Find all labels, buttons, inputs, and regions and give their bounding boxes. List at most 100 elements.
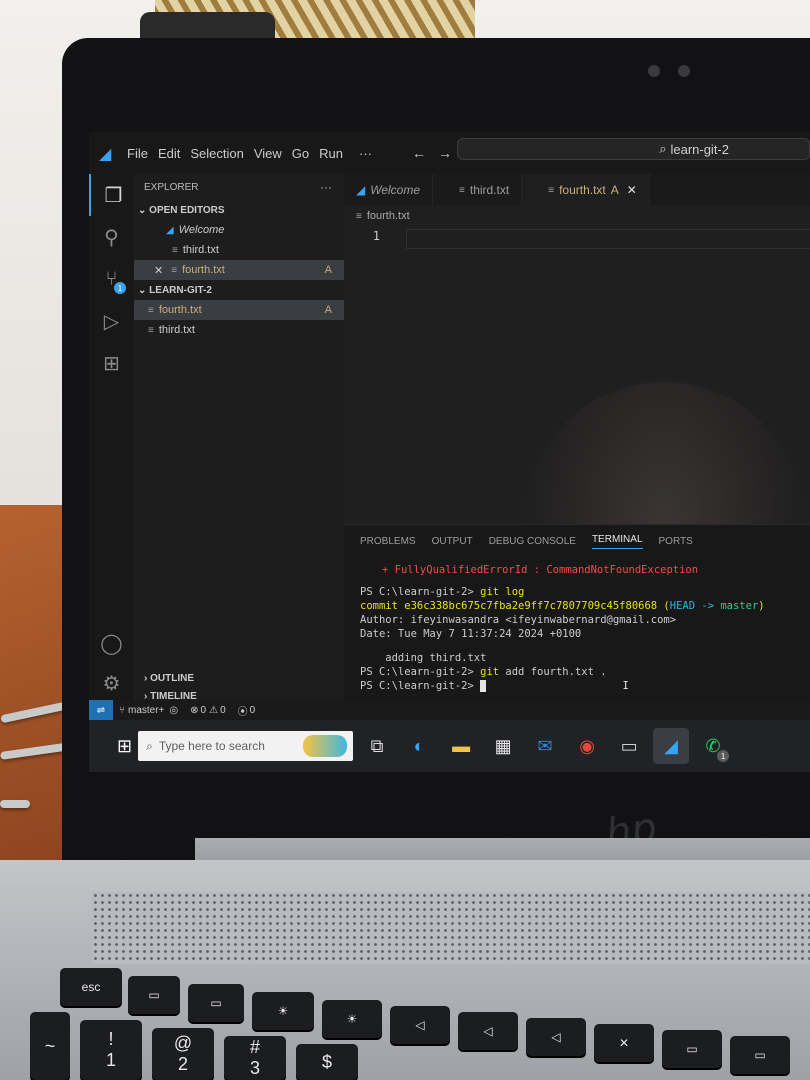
open-editors-section[interactable]: ⌄ OPEN EDITORS <box>134 200 344 220</box>
ports-count[interactable]: 0 <box>250 705 256 716</box>
key-3[interactable]: # 3 <box>224 1036 286 1080</box>
text-file-icon: ≡ <box>548 184 555 196</box>
commit-hash: commit e36c338bc675c7fba2e9ff7c7807709c4… <box>360 600 670 612</box>
panel-tabs: PROBLEMS OUTPUT DEBUG CONSOLE TERMINAL P… <box>344 525 810 557</box>
key-f4-icon[interactable]: ☀ <box>322 1000 382 1038</box>
git-added-badge: A <box>610 183 619 197</box>
file-fourth[interactable]: ≡ fourth.txt A <box>134 300 344 320</box>
key-f5-icon[interactable]: ◁ <box>390 1006 450 1044</box>
search-view-icon[interactable]: ⚲ <box>89 216 134 258</box>
outline-section[interactable]: › OUTLINE <box>140 668 194 688</box>
edge-icon[interactable]: ◐ <box>401 728 437 764</box>
terminal-prompt: PS C:\learn-git-2> <box>360 666 474 678</box>
menu-view[interactable]: View <box>254 146 282 161</box>
vscode-file-icon: ◢ <box>356 183 366 197</box>
menu-file[interactable]: File <box>127 146 148 161</box>
webcam-sensor-icon <box>678 65 690 77</box>
extensions-icon[interactable]: ⊞ <box>89 342 134 384</box>
key-f9-icon[interactable]: ▭ <box>662 1030 722 1068</box>
key-4[interactable]: $ <box>296 1044 358 1080</box>
key-shift-label: @ <box>173 1033 193 1053</box>
open-editor-fourth[interactable]: ✕ ≡ fourth.txt A <box>134 260 344 280</box>
commit-head: HEAD -> <box>669 600 721 612</box>
vscode-taskbar-icon[interactable]: ◢ <box>653 728 690 764</box>
settings-gear-icon[interactable]: ⚙ <box>89 662 134 704</box>
file-third[interactable]: ≡ third.txt <box>134 320 344 340</box>
tab-welcome[interactable]: ◢ Welcome <box>344 174 434 206</box>
tab-problems[interactable]: PROBLEMS <box>360 536 416 547</box>
task-view-icon[interactable]: ⧉ <box>359 728 395 764</box>
line-number: 1 <box>372 229 380 243</box>
terminal-command-args: add fourth.txt . <box>499 666 607 678</box>
close-icon[interactable]: ✕ <box>154 264 163 277</box>
source-control-icon[interactable]: ⑂ 1 <box>89 258 134 300</box>
terminal-app-icon[interactable]: ▭ <box>611 728 647 764</box>
open-editor-welcome[interactable]: ◢ Welcome <box>134 220 344 240</box>
key-f2-icon[interactable]: ▭ <box>188 984 244 1022</box>
mail-icon[interactable]: ✉ <box>527 728 563 764</box>
tab-ports[interactable]: PORTS <box>659 536 693 547</box>
explorer-more-icon[interactable]: ··· <box>320 180 332 194</box>
tab-fourth[interactable]: ≡ fourth.txt A ✕ <box>522 174 650 206</box>
warning-count[interactable]: 0 <box>220 705 226 716</box>
key-f10-icon[interactable]: ▭ <box>730 1036 790 1074</box>
file-explorer-icon[interactable]: ▬ <box>443 728 479 764</box>
account-icon[interactable]: ◯ <box>89 622 134 664</box>
activity-bar: ❐ ⚲ ⑂ 1 ▷ ⊞ ◯ ⚙ <box>89 174 134 702</box>
key-esc[interactable]: esc <box>60 968 122 1006</box>
key-tilde-icon[interactable]: ~ <box>30 1012 70 1080</box>
windows-start-icon[interactable]: ⊞ <box>117 736 132 757</box>
open-editor-label: third.txt <box>182 244 219 256</box>
key-f3-icon[interactable]: ☀ <box>252 992 314 1030</box>
open-editor-third[interactable]: ≡ third.txt <box>134 240 344 260</box>
key-shift-label: # <box>249 1037 260 1057</box>
close-icon[interactable]: ✕ <box>627 183 637 197</box>
key-f6-icon[interactable]: ◁ <box>458 1012 518 1050</box>
menu-edit[interactable]: Edit <box>158 146 180 161</box>
breadcrumb[interactable]: ≡ fourth.txt <box>344 206 810 226</box>
title-bar: ◢ File Edit Selection View Go Run ··· ← … <box>89 132 810 174</box>
outline-label: OUTLINE <box>150 672 194 684</box>
terminal-message-line: adding third.txt <box>360 652 487 664</box>
search-label: learn-git-2 <box>670 141 729 157</box>
terminal-date-line: Date: Tue May 7 11:37:24 2024 +0100 <box>360 628 582 640</box>
key-1[interactable]: ! 1 <box>80 1020 142 1080</box>
menu-run[interactable]: Run <box>319 146 343 161</box>
command-center-search[interactable]: ⌕ learn-git-2 <box>457 138 810 160</box>
text-cursor-icon: I <box>622 680 629 692</box>
forward-arrow-icon[interactable]: → <box>438 145 452 161</box>
store-icon[interactable]: ▦ <box>485 728 521 764</box>
remote-indicator-icon[interactable]: ⇌ <box>89 700 113 720</box>
run-debug-icon[interactable]: ▷ <box>89 300 134 342</box>
back-arrow-icon[interactable]: ← <box>412 145 426 161</box>
scm-count-badge: 1 <box>114 282 126 294</box>
tab-label: fourth.txt <box>559 183 606 197</box>
tab-output[interactable]: OUTPUT <box>432 536 473 547</box>
key-shift-label: $ <box>321 1051 332 1072</box>
explorer-icon[interactable]: ❐ <box>89 174 136 216</box>
tab-debug-console[interactable]: DEBUG CONSOLE <box>489 536 576 547</box>
status-bar: ⇌ ⑂ master+ ◎ ⊗ 0 ⚠ 0 ⦿ 0 <box>89 700 810 720</box>
menu-selection[interactable]: Selection <box>190 146 243 161</box>
tab-third[interactable]: ≡ third.txt <box>433 174 523 206</box>
folder-section[interactable]: ⌄ LEARN-GIT-2 <box>134 280 344 300</box>
text-file-icon: ≡ <box>172 244 178 256</box>
sync-icon[interactable]: ◎ <box>169 705 178 716</box>
error-count[interactable]: 0 <box>201 705 207 716</box>
git-added-badge: A <box>324 304 332 316</box>
key-f1-icon[interactable]: ▭ <box>128 976 180 1014</box>
key-2[interactable]: @ 2 <box>152 1028 214 1080</box>
whatsapp-icon[interactable]: ✆ 1 <box>695 728 731 764</box>
menu-more-icon[interactable]: ··· <box>359 146 372 161</box>
whatsapp-badge: 1 <box>717 750 730 762</box>
branch-name[interactable]: master+ <box>128 705 164 716</box>
tab-terminal[interactable]: TERMINAL <box>591 534 643 549</box>
text-file-icon: ≡ <box>148 304 154 316</box>
key-f8-icon[interactable]: ✕ <box>594 1024 654 1062</box>
chrome-icon[interactable]: ◉ <box>569 728 605 764</box>
key-f7-icon[interactable]: ◁ <box>526 1018 586 1056</box>
taskbar-search[interactable]: ⌕ Type here to search <box>138 731 354 761</box>
text-file-icon: ≡ <box>459 184 465 196</box>
menu-go[interactable]: Go <box>292 146 309 161</box>
terminal-output[interactable]: + FullyQualifiedErrorId : CommandNotFoun… <box>344 563 810 693</box>
